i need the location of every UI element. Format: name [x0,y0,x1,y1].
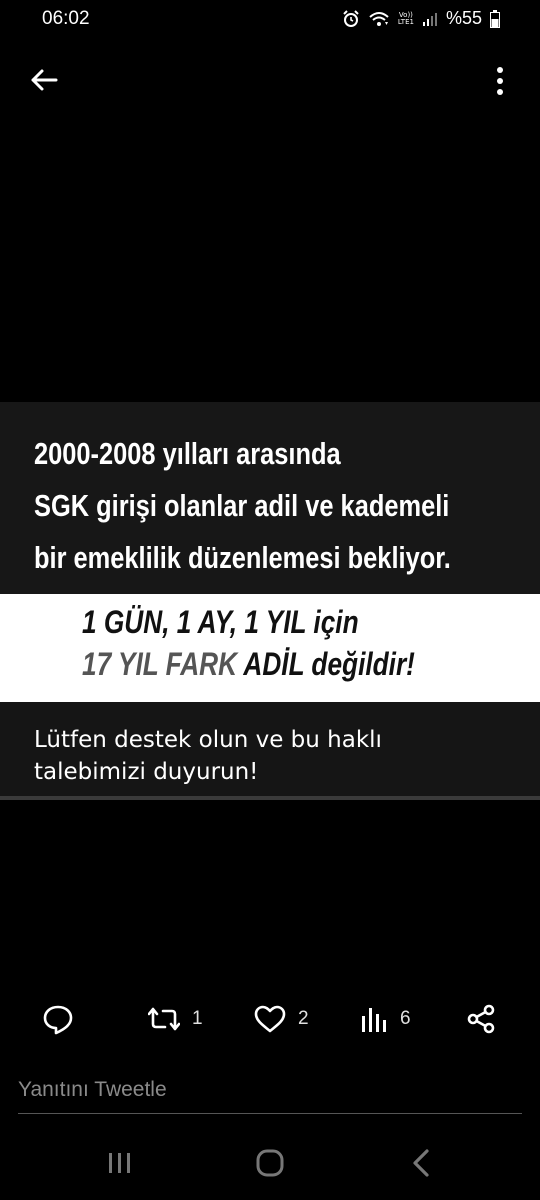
views-button[interactable]: 6 [360,1002,411,1036]
retweet-icon [148,1007,180,1031]
battery-icon [490,9,500,28]
retweet-button[interactable]: 1 [148,1002,203,1036]
bar-chart-icon [362,1008,386,1032]
reply-input[interactable]: Yanıtını Tweetle [18,1070,522,1114]
back-arrow-icon[interactable] [28,64,60,96]
battery-text: %55 [445,8,482,28]
image-panel-top: 2000-2008 yılları arasında SGK girişi ol… [0,402,540,594]
heart-icon [254,1005,286,1033]
status-time: 06:02 [42,8,90,29]
image-panel-highlight: 1 GÜN, 1 AY, 1 YIL için 17 YIL FARK ADİL… [0,594,540,702]
image-headline: 2000-2008 yılları arasında SGK girişi ol… [34,428,451,584]
signal-icon [422,12,437,26]
footer-line-1: Lütfen destek olun ve bu haklı [34,727,382,753]
home-icon[interactable] [250,1146,290,1180]
highlight-gray-text: 17 YIL FARK [82,646,238,682]
like-button[interactable]: 2 [254,1002,309,1036]
reply-button[interactable] [42,1002,74,1036]
image-footer-text: Lütfen destek olun ve bu haklı talebimiz… [34,724,382,788]
share-icon [467,1004,495,1034]
highlight-line-2: 17 YIL FARK ADİL değildir! [82,646,415,683]
image-line-1: 2000-2008 yılları arasında [34,436,341,471]
image-panel-footer: Lütfen destek olun ve bu haklı talebimiz… [0,702,540,800]
alarm-icon [343,9,359,27]
volte-icon: Vo)) LTE1 [397,11,414,26]
footer-line-2: talebimizi duyurun! [34,759,259,785]
lte-label: LTE1 [397,17,414,26]
more-vertical-icon[interactable] [488,64,512,98]
share-button[interactable] [466,1002,496,1036]
like-count: 2 [298,1008,309,1029]
image-line-3: bir emeklilik düzenlemesi bekliyor. [34,540,451,575]
retweet-count: 1 [192,1008,203,1029]
recents-icon[interactable] [100,1146,140,1180]
views-count: 6 [400,1008,411,1029]
image-line-2: SGK girişi olanlar adil ve kademeli [34,488,450,523]
highlight-line-1: 1 GÜN, 1 AY, 1 YIL için [82,604,359,640]
comment-icon [43,1005,73,1035]
status-icons: Vo)) LTE1 %55 [342,8,500,29]
highlight-dark-text: ADİL değildir! [237,646,415,682]
back-nav-icon[interactable] [400,1146,440,1180]
wifi-icon [369,11,389,26]
